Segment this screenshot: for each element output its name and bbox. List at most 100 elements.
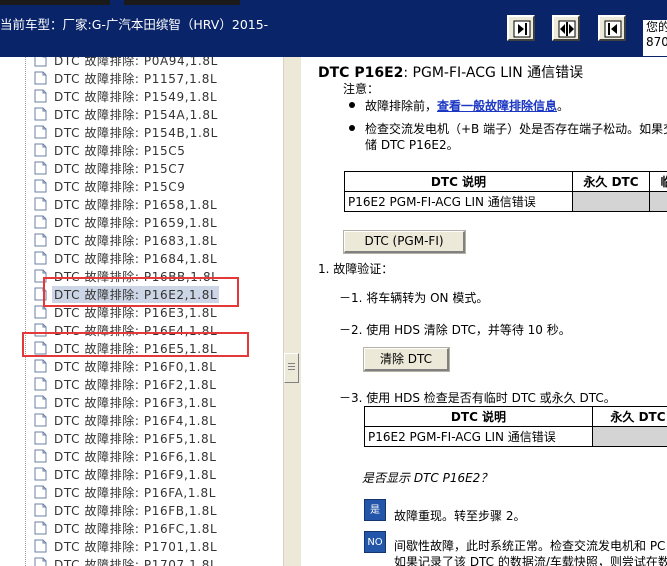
document-icon xyxy=(34,71,47,85)
tree-item-label: DTC 故障排除: P1684,1.8L xyxy=(54,252,218,266)
top-strip xyxy=(124,0,240,5)
bullet-icon xyxy=(349,125,355,131)
note-item-1: 故障排除前，查看一般故障排除信息。 xyxy=(365,97,569,114)
no-answer-text: 间歇性故障，此时系统正常。检查交流发电机和 PC xyxy=(394,539,666,553)
document-icon xyxy=(34,233,47,247)
tree-item[interactable]: DTC 故障排除: P15C5 xyxy=(34,141,274,159)
table-cell xyxy=(572,191,650,212)
tree-item-label: DTC 故障排除: P154B,1.8L xyxy=(54,126,218,140)
document-icon xyxy=(34,57,47,67)
collapse-right-button[interactable] xyxy=(598,15,626,41)
page-title: DTC P16E2: PGM-FI-ACG LIN 通信错误 xyxy=(318,62,583,82)
tree-item-label: DTC 故障排除: P1707,1.8L xyxy=(54,558,218,566)
tree-item[interactable]: DTC 故障排除: P16F0,1.8L xyxy=(34,357,274,375)
document-icon xyxy=(34,395,47,409)
note-text: 故障排除前， xyxy=(365,99,438,113)
tree-item[interactable]: DTC 故障排除: P16F5,1.8L xyxy=(34,429,274,447)
document-icon xyxy=(34,125,47,139)
tree-item-label: DTC 故障排除: P154A,1.8L xyxy=(54,108,218,122)
top-strip xyxy=(0,0,110,5)
document-icon xyxy=(34,431,47,445)
tree-item-label: DTC 故障排除: P15C9 xyxy=(54,180,186,194)
vehicle-model-label: 当前车型：厂家:G-广汽本田缤智（HRV）2015- xyxy=(0,17,269,32)
yes-answer-text: 故障重现。转至步骤 2。 xyxy=(394,509,526,523)
dtc-check-table: DTC 说明 永久 DTC P16E2 PGM-FI-ACG LIN 通信错误 xyxy=(364,406,667,447)
no-answer-icon[interactable]: NO xyxy=(364,531,386,553)
tree-item-label: DTC 故障排除: P1701,1.8L xyxy=(54,540,218,554)
tree-item[interactable]: DTC 故障排除: P16FB,1.8L xyxy=(34,501,274,519)
user-info-line: 您的 xyxy=(646,20,667,34)
document-icon xyxy=(34,557,47,566)
document-icon xyxy=(34,521,47,535)
tree-item[interactable]: DTC 故障排除: P0A94,1.8L xyxy=(34,57,274,69)
tree-item[interactable]: DTC 故障排除: P16F2,1.8L xyxy=(34,375,274,393)
tree-item[interactable]: DTC 故障排除: P154A,1.8L xyxy=(34,105,274,123)
tree-item[interactable]: DTC 故障排除: P1157,1.8L xyxy=(34,69,274,87)
dtc-pgm-fi-button[interactable]: DTC (PGM-FI) xyxy=(343,230,466,254)
question-text: 是否显示 DTC P16E2？ xyxy=(362,471,493,485)
tree-item-label: DTC 故障排除: P1659,1.8L xyxy=(54,216,218,230)
panel-splitter[interactable] xyxy=(283,57,301,566)
tree-item-label: DTC 故障排除: P16F5,1.8L xyxy=(54,432,217,446)
tree-item[interactable]: DTC 故障排除: P1701,1.8L xyxy=(34,537,274,555)
document-icon xyxy=(34,251,47,265)
tree-item[interactable]: DTC 故障排除: P16F6,1.8L xyxy=(34,447,274,465)
tree-item[interactable]: DTC 故障排除: P1683,1.8L xyxy=(34,231,274,249)
general-troubleshooting-link[interactable]: 查看一般故障排除信息 xyxy=(437,99,557,113)
document-icon xyxy=(34,359,47,373)
dtc-status-table: DTC 说明 永久 DTC 临 P16E2 PGM-FI-ACG LIN 通信错… xyxy=(344,171,667,212)
arrow-right-to-bar-icon xyxy=(513,20,531,38)
tree-item[interactable]: DTC 故障排除: P15C9 xyxy=(34,177,274,195)
top-bar: 当前车型：厂家:G-广汽本田缤智（HRV）2015- 您的 870 xyxy=(0,0,667,57)
document-icon xyxy=(34,89,47,103)
tree-item[interactable]: DTC 故障排除: P16FC,1.8L xyxy=(34,519,274,537)
document-icon xyxy=(34,161,47,175)
tree-item[interactable]: DTC 故障排除: P1658,1.8L xyxy=(34,195,274,213)
table-header: DTC 说明 xyxy=(344,171,573,192)
yes-answer-icon[interactable]: 是 xyxy=(364,499,386,521)
tree-item[interactable]: DTC 故障排除: P16F4,1.8L xyxy=(34,411,274,429)
tree-item[interactable]: DTC 故障排除: P1659,1.8L xyxy=(34,213,274,231)
clear-dtc-button[interactable]: 清除 DTC xyxy=(363,347,450,372)
tree-item[interactable]: DTC 故障排除: P15C7 xyxy=(34,159,274,177)
user-info-line: 870 xyxy=(646,35,667,49)
tree-item[interactable]: DTC 故障排除: P16F9,1.8L xyxy=(34,465,274,483)
table-header: DTC 说明 xyxy=(364,406,593,427)
dtc-description: : PGM-FI-ACG LIN 通信错误 xyxy=(403,65,584,81)
highlight-box-p16e5 xyxy=(22,332,249,357)
table-cell: P16E2 PGM-FI-ACG LIN 通信错误 xyxy=(344,191,573,212)
table-cell xyxy=(649,191,667,212)
arrow-left-from-bar-icon xyxy=(604,20,622,38)
document-icon xyxy=(34,413,47,427)
step-1-2: －2. 使用 HDS 清除 DTC，并等待 10 秒。 xyxy=(339,323,571,337)
tree-item-label: DTC 故障排除: P16F2,1.8L xyxy=(54,378,217,392)
dtc-tree-panel[interactable]: DTC 故障排除: P0A94,1.8L DTC 故障排除: P1157,1.8L… xyxy=(0,57,283,566)
document-icon xyxy=(34,467,47,481)
bullet-icon xyxy=(349,102,355,108)
tree-item-label: DTC 故障排除: P16FC,1.8L xyxy=(54,522,218,536)
table-header: 永久 DTC xyxy=(572,171,650,192)
table-cell: P16E2 PGM-FI-ACG LIN 通信错误 xyxy=(364,426,593,447)
document-icon xyxy=(34,377,47,391)
tree-item-label: DTC 故障排除: P16F0,1.8L xyxy=(54,360,217,374)
dtc-content-panel: DTC P16E2: PGM-FI-ACG LIN 通信错误 注意： 故障排除前… xyxy=(301,57,667,566)
document-icon xyxy=(34,449,47,463)
document-icon xyxy=(34,179,47,193)
note-label: 注意： xyxy=(343,82,380,96)
tree-item[interactable]: DTC 故障排除: P1707,1.8L xyxy=(34,555,274,566)
tree-item-label: DTC 故障排除: P15C5 xyxy=(54,144,186,158)
tree-item[interactable]: DTC 故障排除: P1684,1.8L xyxy=(34,249,274,267)
tree-item-label: DTC 故障排除: P16F9,1.8L xyxy=(54,468,217,482)
collapse-left-button[interactable] xyxy=(507,15,535,41)
tree-item-label: DTC 故障排除: P0A94,1.8L xyxy=(54,57,218,68)
tree-item[interactable]: DTC 故障排除: P154B,1.8L xyxy=(34,123,274,141)
tree-item[interactable]: DTC 故障排除: P1549,1.8L xyxy=(34,87,274,105)
step-1-3: －3. 使用 HDS 检查是否有临时 DTC 或永久 DTC。 xyxy=(339,391,616,405)
splitter-grip[interactable] xyxy=(284,353,299,383)
step-1: 1. 故障验证： xyxy=(318,262,394,276)
table-cell xyxy=(592,426,667,447)
tree-item[interactable]: DTC 故障排除: P16F3,1.8L xyxy=(34,393,274,411)
document-icon xyxy=(34,485,47,499)
tree-item[interactable]: DTC 故障排除: P16FA,1.8L xyxy=(34,483,274,501)
split-view-button[interactable] xyxy=(552,15,580,41)
